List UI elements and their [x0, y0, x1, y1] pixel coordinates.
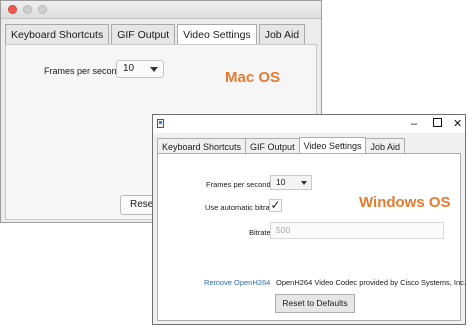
windows-titlebar: – ✕: [153, 115, 465, 133]
auto-bitrate-label: Use automatic bitrate: [205, 203, 276, 212]
tab-gif-output[interactable]: GIF Output: [245, 138, 300, 154]
fps-select[interactable]: 10: [116, 60, 164, 78]
check-icon: ✓: [270, 198, 281, 212]
minimize-dot-icon[interactable]: [23, 5, 32, 14]
tab-gif-output[interactable]: GIF Output: [111, 24, 176, 44]
tab-keyboard-shortcuts[interactable]: Keyboard Shortcuts: [5, 24, 110, 44]
mac-titlebar: [1, 1, 321, 19]
auto-bitrate-checkbox[interactable]: ✓: [269, 199, 282, 212]
mac-os-label: Mac OS: [225, 69, 281, 86]
tab-video-settings[interactable]: Video Settings: [298, 137, 367, 154]
windows-os-label: Windows OS: [359, 194, 451, 211]
tab-keyboard-shortcuts[interactable]: Keyboard Shortcuts: [157, 138, 247, 154]
zoom-dot-icon[interactable]: [38, 5, 47, 14]
tab-job-aid[interactable]: Job Aid: [258, 24, 306, 44]
close-dot-icon[interactable]: [8, 5, 17, 14]
bitrate-input[interactable]: 500: [270, 222, 444, 239]
mac-tab-bar: Keyboard Shortcuts GIF Output Video Sett…: [5, 24, 307, 45]
tab-job-aid[interactable]: Job Aid: [365, 138, 405, 154]
close-icon[interactable]: ✕: [453, 117, 462, 131]
fps-value: 10: [123, 63, 135, 74]
reset-button[interactable]: Reset to Defaults: [275, 294, 355, 313]
fps-value: 10: [276, 177, 286, 187]
fps-select[interactable]: 10: [270, 175, 312, 190]
tab-video-settings[interactable]: Video Settings: [177, 24, 257, 45]
windows-video-settings-panel: Frames per second 10 Use automatic bitra…: [157, 153, 466, 321]
windows-tab-bar: Keyboard Shortcuts GIF Output Video Sett…: [157, 137, 405, 154]
codec-credit-text: OpenH264 Video Codec provided by Cisco S…: [276, 278, 466, 287]
windows-window: – ✕ Keyboard Shortcuts GIF Output Video …: [152, 114, 466, 325]
app-icon: [157, 119, 164, 128]
chevron-down-icon: [150, 67, 158, 72]
fps-label: Frames per second: [44, 66, 122, 76]
maximize-icon[interactable]: [433, 117, 442, 131]
remove-openh264-link[interactable]: Remove OpenH264: [204, 278, 270, 287]
chevron-down-icon: [301, 181, 307, 185]
fps-label: Frames per second: [206, 180, 271, 189]
minimize-icon[interactable]: –: [411, 117, 417, 131]
